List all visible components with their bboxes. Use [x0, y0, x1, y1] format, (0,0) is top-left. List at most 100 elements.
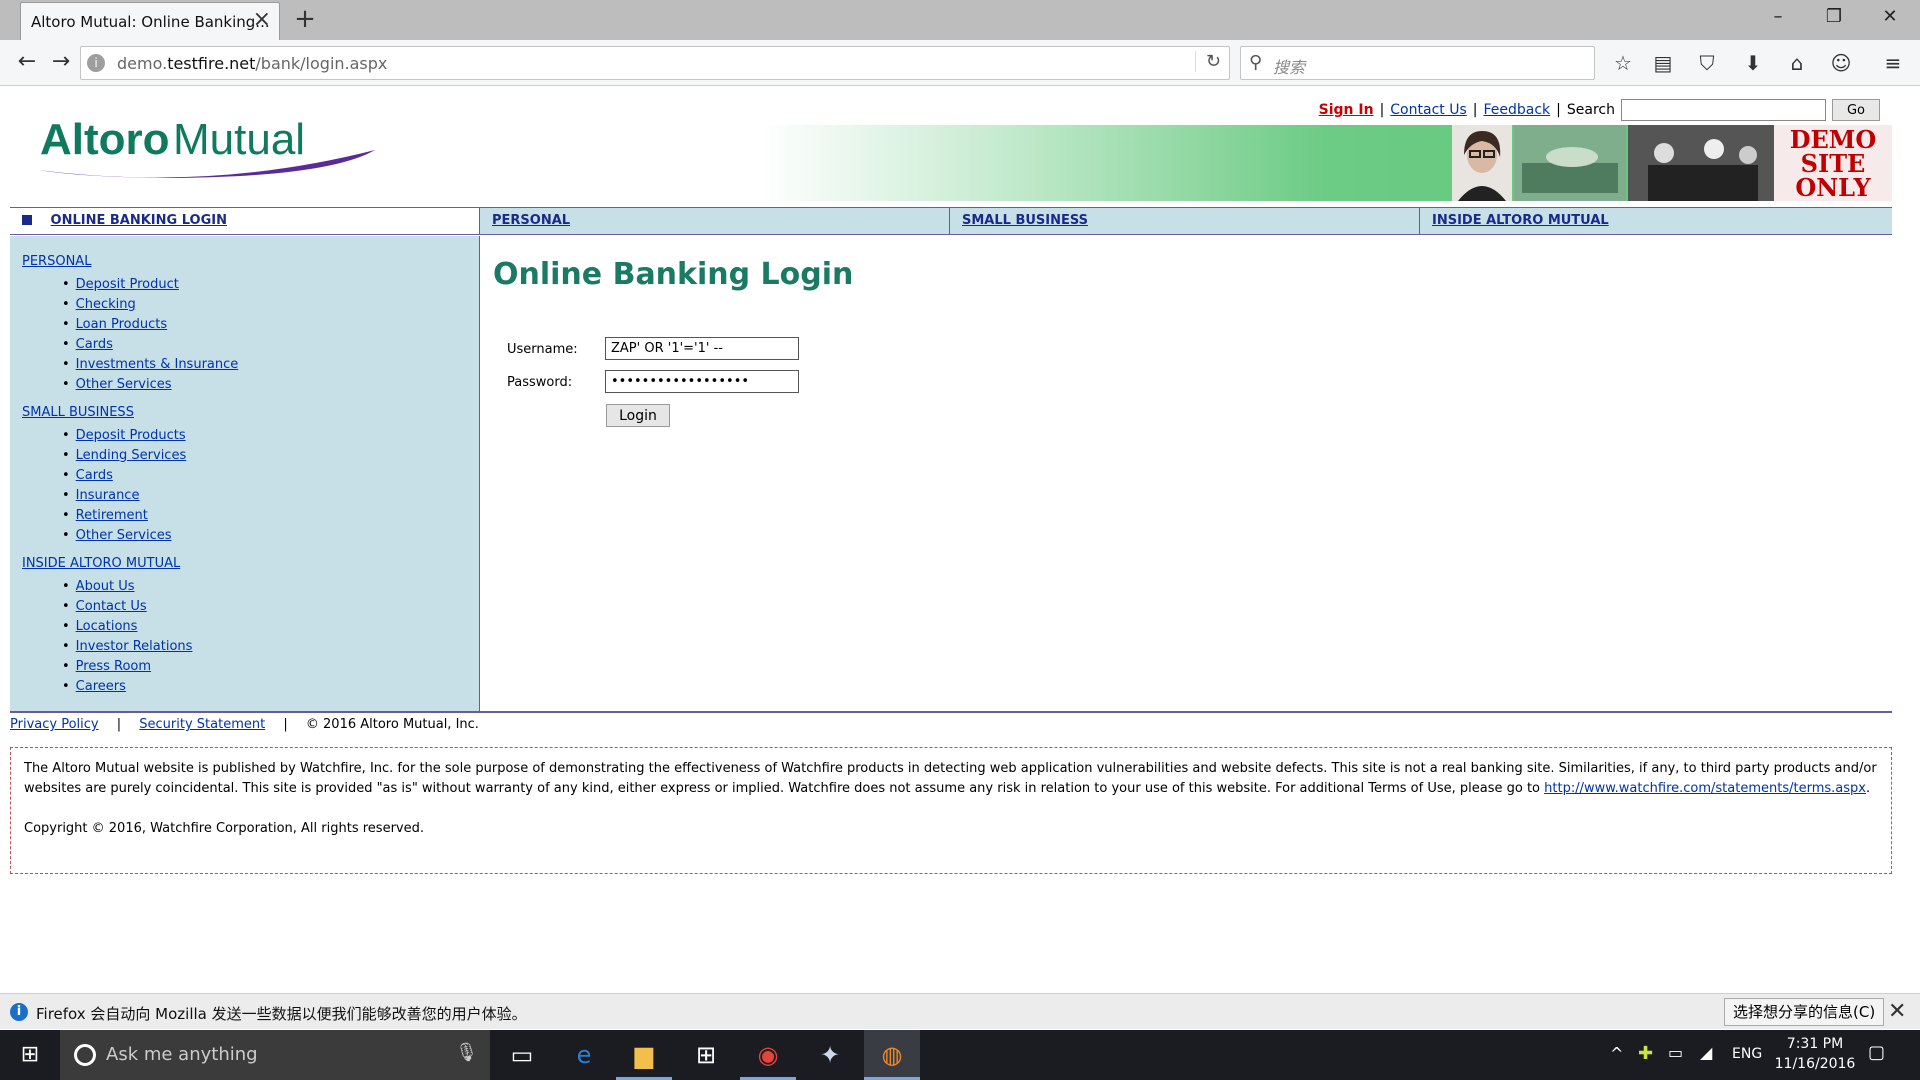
list-item: Retirement	[62, 506, 479, 526]
list-item: Deposit Product	[62, 275, 479, 295]
list-item: Cards	[62, 466, 479, 486]
battery-icon[interactable]: ▭	[1668, 1043, 1683, 1062]
tray-chevron-icon[interactable]: ^	[1610, 1044, 1623, 1063]
sidebar-link[interactable]: Locations	[76, 619, 138, 634]
terms-link[interactable]: http://www.watchfire.com/statements/term…	[1544, 781, 1866, 796]
sidebar-link[interactable]: Checking	[76, 297, 136, 312]
list-item: Other Services	[62, 375, 479, 395]
sidebar-heading-inside-altoro[interactable]: INSIDE ALTORO MUTUAL	[22, 556, 479, 571]
sidebar-link[interactable]: Deposit Products	[76, 428, 186, 443]
chat-icon[interactable]: ☺	[1824, 48, 1858, 78]
tray-app-icon[interactable]: ✚	[1638, 1043, 1653, 1064]
privacy-policy-link[interactable]: Privacy Policy	[10, 717, 99, 732]
woman-photo	[1452, 125, 1512, 201]
bookmark-star-icon[interactable]: ☆	[1606, 48, 1640, 78]
svg-text:Altoro: Altoro	[40, 115, 170, 164]
list-item: Contact Us	[62, 597, 479, 617]
action-center-icon[interactable]: ▢	[1868, 1042, 1885, 1063]
sign-in-link[interactable]: Sign In	[1319, 102, 1374, 118]
tab-close-icon[interactable]: ×	[253, 8, 271, 32]
sidebar-link[interactable]: Careers	[76, 679, 126, 694]
login-button[interactable]: Login	[606, 404, 670, 427]
sidebar-link[interactable]: Loan Products	[76, 317, 167, 332]
tab-personal[interactable]: PERSONAL	[480, 208, 950, 234]
reading-list-icon[interactable]: ▤	[1646, 48, 1680, 78]
sidebar-section-inside-altoro: INSIDE ALTORO MUTUAL About Us Contact Us…	[22, 556, 479, 697]
feedback-link[interactable]: Feedback	[1483, 102, 1550, 118]
clock[interactable]: 7:31 PM 11/16/2016	[1770, 1034, 1860, 1074]
sidebar-link[interactable]: About Us	[76, 579, 135, 594]
list-item: Lending Services	[62, 446, 479, 466]
disclaimer-box: The Altoro Mutual website is published b…	[10, 747, 1892, 874]
demo-site-only-badge: DEMO SITE ONLY	[1774, 125, 1892, 201]
browser-search-box[interactable]: ⚲ 搜索	[1240, 46, 1595, 80]
security-statement-link[interactable]: Security Statement	[139, 717, 265, 732]
forward-icon[interactable]: →	[44, 48, 78, 78]
reload-icon[interactable]: ↻	[1194, 51, 1221, 72]
edge-icon[interactable]: e	[556, 1030, 612, 1080]
svg-text:Mutual: Mutual	[173, 115, 305, 164]
sidebar-section-personal: PERSONAL Deposit Product Checking Loan P…	[22, 254, 479, 395]
file-explorer-icon[interactable]: ▆	[616, 1030, 672, 1080]
window-close-icon[interactable]: ✕	[1862, 2, 1918, 34]
store-icon[interactable]: ⊞	[678, 1030, 734, 1080]
list-item: Loan Products	[62, 315, 479, 335]
sidebar-link[interactable]: Insurance	[76, 488, 140, 503]
contact-us-link[interactable]: Contact Us	[1390, 102, 1466, 118]
go-button[interactable]: Go	[1831, 99, 1880, 121]
new-tab-button[interactable]: +	[290, 4, 320, 34]
sidebar-heading-personal[interactable]: PERSONAL	[22, 254, 479, 269]
username-input[interactable]	[605, 337, 799, 360]
main-content: Online Banking Login	[493, 257, 853, 292]
sidebar-link[interactable]: Investments & Insurance	[76, 357, 239, 372]
tab-small-business[interactable]: SMALL BUSINESS	[950, 208, 1420, 234]
minimize-icon[interactable]: –	[1750, 2, 1806, 34]
password-input[interactable]	[605, 370, 799, 393]
task-view-icon[interactable]: ▭	[494, 1030, 550, 1080]
sidebar-link[interactable]: Other Services	[76, 528, 172, 543]
lock-icon	[22, 215, 32, 225]
sidebar-link[interactable]: Lending Services	[76, 448, 187, 463]
sidebar-link[interactable]: Deposit Product	[76, 277, 179, 292]
sidebar-link[interactable]: Contact Us	[76, 599, 147, 614]
site-info-icon[interactable]: i	[87, 54, 105, 72]
sidebar-heading-small-business[interactable]: SMALL BUSINESS	[22, 405, 479, 420]
windows-start-icon[interactable]: ⊞	[0, 1030, 60, 1080]
browser-tab[interactable]: Altoro Mutual: Online Banking... ×	[20, 2, 280, 40]
site-search-input[interactable]	[1620, 99, 1826, 121]
sidebar-link[interactable]: Retirement	[76, 508, 148, 523]
menu-icon[interactable]: ≡	[1876, 48, 1910, 78]
chrome-icon[interactable]: ◉	[740, 1030, 796, 1080]
notification-close-icon[interactable]: ✕	[1888, 999, 1906, 1024]
share-data-button[interactable]: 选择想分享的信息(C)	[1724, 998, 1885, 1026]
back-icon[interactable]: ←	[10, 48, 44, 78]
cortana-placeholder: Ask me anything	[106, 1044, 258, 1065]
list-item: Careers	[62, 677, 479, 697]
sidebar-link[interactable]: Cards	[76, 337, 113, 352]
sidebar-link[interactable]: Press Room	[76, 659, 151, 674]
sidebar-link[interactable]: Investor Relations	[76, 639, 193, 654]
page-title: Online Banking Login	[493, 257, 854, 292]
home-icon[interactable]: ⌂	[1780, 48, 1814, 78]
sidebar-link[interactable]: Cards	[76, 468, 113, 483]
browser-tab-bar: Altoro Mutual: Online Banking... × + – ❐…	[0, 0, 1920, 40]
pocket-icon[interactable]: ⛉	[1690, 48, 1724, 78]
download-icon[interactable]: ⬇	[1736, 48, 1770, 78]
keyboard-photo	[1514, 125, 1626, 201]
address-bar[interactable]: i demo.testfire.net/bank/login.aspx ↻	[80, 46, 1230, 80]
tab-online-banking-login[interactable]: ONLINE BANKING LOGIN	[10, 208, 480, 234]
sidebar-link[interactable]: Other Services	[76, 377, 172, 392]
language-indicator[interactable]: ENG	[1732, 1046, 1762, 1062]
firefox-icon[interactable]: ◍	[864, 1030, 920, 1080]
burp-icon[interactable]: ✦	[802, 1030, 858, 1080]
network-icon[interactable]: ◢	[1700, 1043, 1712, 1062]
search-label: Search	[1566, 102, 1615, 118]
header-banner: DEMO SITE ONLY	[760, 125, 1892, 201]
microphone-icon[interactable]: 🎙	[455, 1042, 478, 1063]
cortana-search[interactable]: Ask me anything 🎙	[60, 1030, 490, 1080]
list-item: About Us	[62, 577, 479, 597]
tab-title: Altoro Mutual: Online Banking...	[31, 13, 270, 31]
tab-inside-altoro-mutual[interactable]: INSIDE ALTORO MUTUAL	[1420, 208, 1892, 234]
altoro-mutual-logo[interactable]: Altoro Mutual	[30, 112, 390, 187]
restore-icon[interactable]: ❐	[1806, 2, 1862, 34]
